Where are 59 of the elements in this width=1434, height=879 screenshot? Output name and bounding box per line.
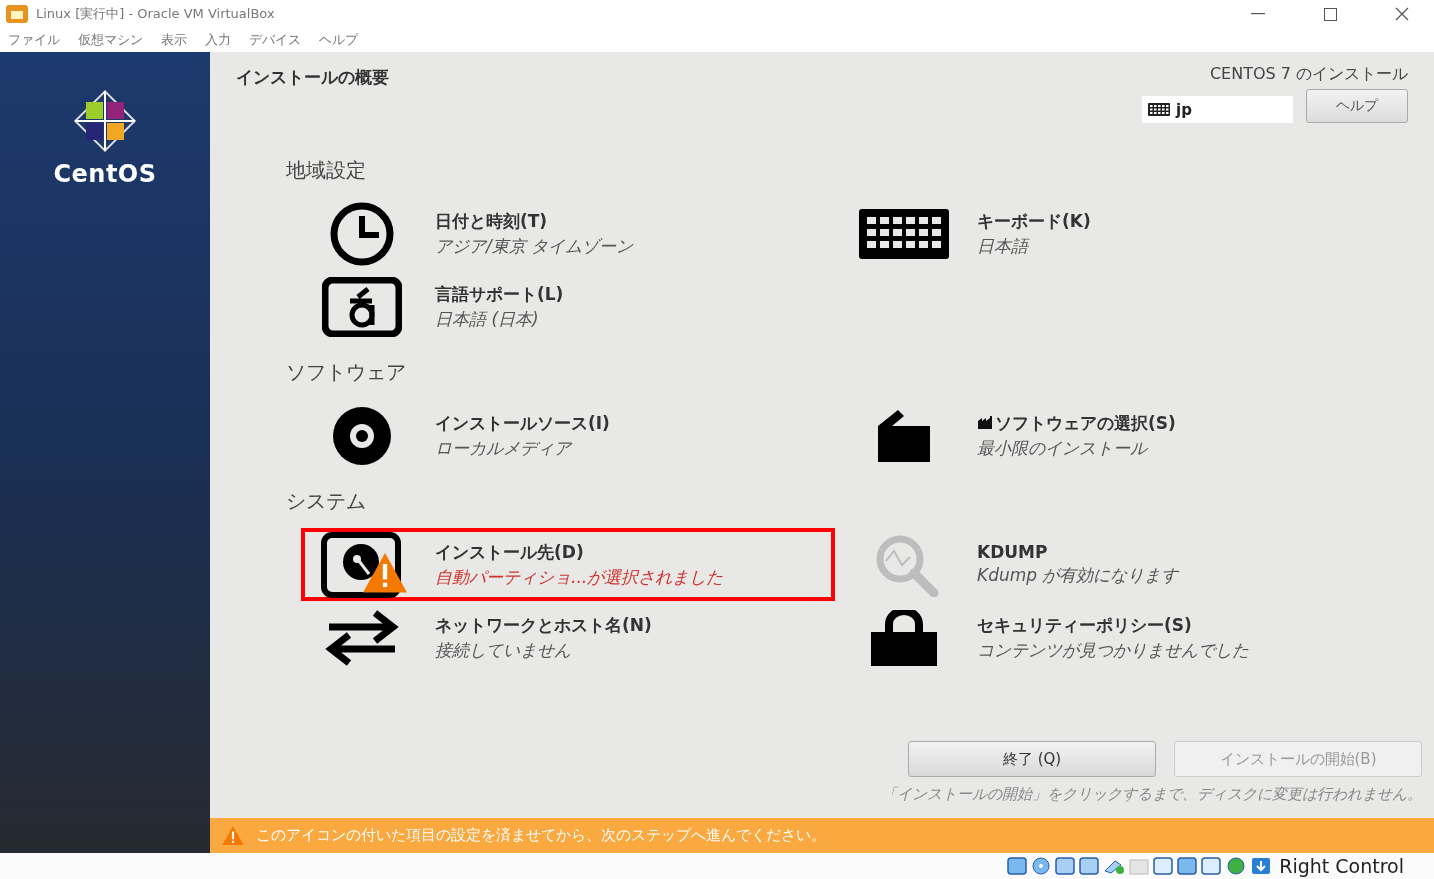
settings-spoke[interactable]: 言語サポート(L) 日本語 (日本) <box>301 270 835 343</box>
spoke-status: 最小限のインストール <box>977 436 1149 460</box>
section-heading: ソフトウェア <box>286 358 407 386</box>
spoke-status: 自動パーティショ...が選択されました <box>435 565 724 589</box>
menu-item[interactable]: 表示 <box>155 31 199 49</box>
keyboard-icon <box>859 208 949 259</box>
spoke-status: 日本語 (日本) <box>435 307 540 331</box>
disk-note: 「インストールの開始」をクリックするまで、ディスクに変更は行われません。 <box>882 785 1422 804</box>
spoke-title: 日付と時刻(T) <box>435 209 548 233</box>
lock-icon <box>869 609 939 666</box>
help-button[interactable]: ヘルプ <box>1306 89 1408 123</box>
quit-button[interactable]: 終了 (Q) <box>908 741 1156 777</box>
keyboard-icon <box>1148 103 1170 116</box>
spoke-status: Kdump が有効になります <box>977 564 1179 587</box>
product-title: CENTOS 7 のインストール <box>1209 64 1408 85</box>
menu-item[interactable]: 仮想マシン <box>72 31 155 49</box>
settings-spoke[interactable]: インストールソース(I) ローカルメディア <box>301 399 835 472</box>
settings-spoke[interactable]: ネットワークとホスト名(N) 接続していません <box>301 601 835 674</box>
menu-item[interactable]: 入力 <box>199 31 243 49</box>
settings-spoke[interactable]: KDUMP Kdump が有効になります <box>843 528 1377 601</box>
warning-icon <box>363 552 407 593</box>
close-icon[interactable] <box>1395 7 1409 21</box>
menu-item[interactable]: デバイス <box>243 31 313 49</box>
maximize-icon[interactable] <box>1323 7 1337 21</box>
language-icon <box>322 276 402 337</box>
spoke-title: セキュリティーポリシー(S) <box>977 613 1192 637</box>
settings-spoke[interactable]: セキュリティーポリシー(S) コンテンツが見つかりませんでした <box>843 601 1377 674</box>
menu-item[interactable]: ファイル <box>2 31 72 49</box>
spoke-title: インストール先(D) <box>435 540 584 564</box>
settings-spoke[interactable]: 日付と時刻(T) アジア/東京 タイムゾーン <box>301 197 835 270</box>
logo-text: CentOS <box>53 160 157 188</box>
settings-spoke[interactable]: ソフトウェアの選択(S) 最小限のインストール <box>843 399 1377 472</box>
spoke-status: コンテンツが見つかりませんでした <box>977 638 1249 662</box>
spoke-status: 接続していません <box>435 638 572 662</box>
warning-icon <box>222 825 244 846</box>
spoke-status: アジア/東京 タイムゾーン <box>435 234 634 258</box>
minimize-icon[interactable] <box>1251 13 1265 15</box>
app-icon <box>6 5 28 23</box>
spoke-title: KDUMP <box>977 542 1048 562</box>
spoke-title: ネットワークとホスト名(N) <box>435 613 652 637</box>
spoke-title: ソフトウェアの選択(S) <box>995 411 1176 435</box>
spoke-title: キーボード(K) <box>977 209 1091 233</box>
warning-text: このアイコンの付いた項目の設定を済ませてから、次のステップへ進んでください。 <box>256 826 826 845</box>
spoke-status: 日本語 <box>977 234 1031 258</box>
section-heading: システム <box>286 487 367 515</box>
host-key-label: Right Control <box>1279 855 1404 877</box>
page-title: インストールの概要 <box>236 66 389 89</box>
highlighted-spoke[interactable]: インストール先(D) 自動パーティショ...が選択されました <box>301 528 835 601</box>
menu-item[interactable]: ヘルプ <box>313 31 370 49</box>
keyboard-layout-field[interactable]: jp <box>1142 96 1293 123</box>
centos-logo-icon <box>72 88 138 154</box>
spoke-status: ローカルメディア <box>435 436 574 460</box>
spoke-title: 言語サポート(L) <box>435 282 564 306</box>
window-title: Linux [実行中] - Oracle VM VirtualBox <box>36 5 276 23</box>
download-icon[interactable] <box>1251 857 1272 875</box>
spoke-title: インストールソース(I) <box>435 411 610 435</box>
settings-spoke[interactable]: キーボード(K) 日本語 <box>843 197 1377 270</box>
optical-disc-icon[interactable] <box>1031 857 1052 875</box>
section-heading: 地域設定 <box>286 156 367 184</box>
